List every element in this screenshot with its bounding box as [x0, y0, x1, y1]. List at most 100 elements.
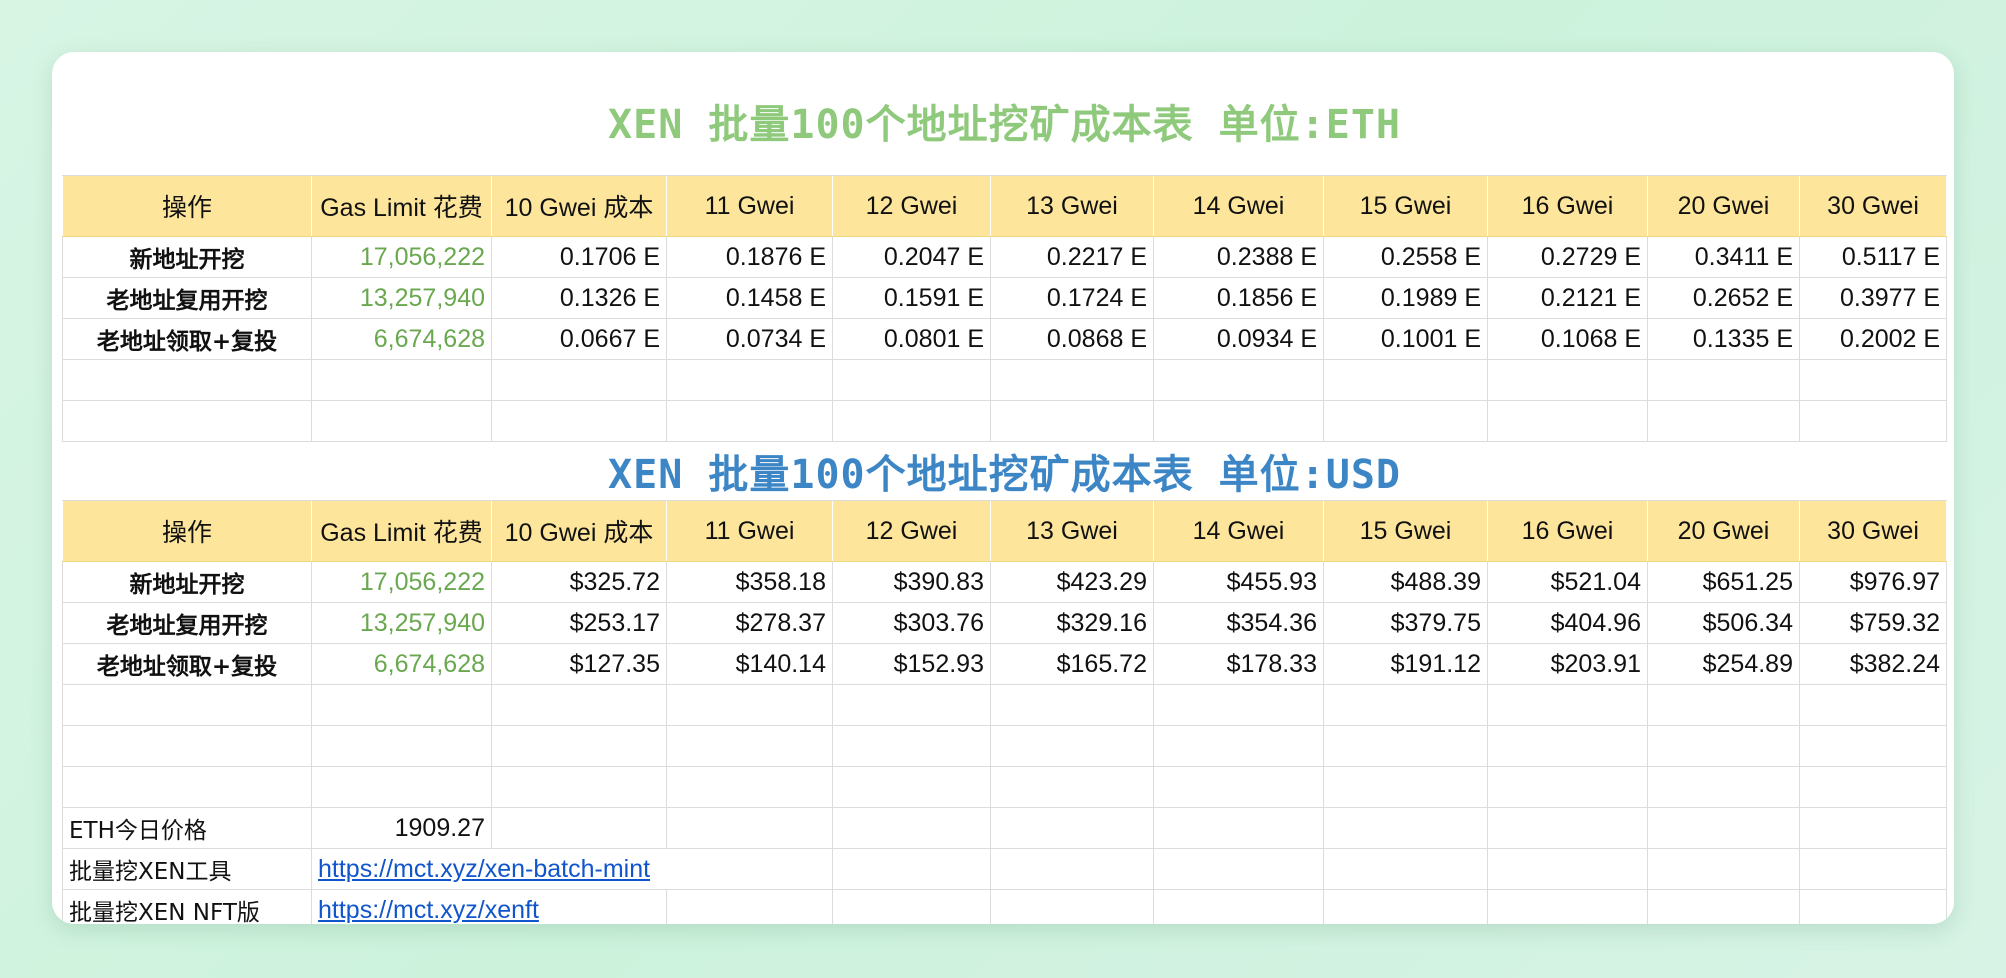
empty-cell[interactable] [1798, 359, 1948, 401]
cost-cell[interactable]: $488.39 [1323, 561, 1488, 603]
cost-cell[interactable]: $325.72 [491, 561, 667, 603]
cost-cell[interactable]: $521.04 [1487, 561, 1648, 603]
empty-cell[interactable] [1323, 725, 1488, 767]
cost-cell[interactable]: 0.1068 E [1487, 318, 1648, 360]
eth-header-cell[interactable]: 30 Gwei [1798, 175, 1948, 237]
cost-cell[interactable]: 0.2121 E [1487, 277, 1648, 319]
gas-limit-cell[interactable]: 6,674,628 [311, 318, 492, 360]
cost-cell[interactable]: $358.18 [666, 561, 833, 603]
cost-cell[interactable]: 0.2652 E [1647, 277, 1800, 319]
empty-cell[interactable] [1487, 889, 1648, 924]
cost-cell[interactable]: 0.1591 E [832, 277, 991, 319]
empty-cell[interactable] [990, 807, 1154, 849]
empty-cell[interactable] [1487, 684, 1648, 726]
empty-cell[interactable] [666, 400, 833, 442]
cost-cell[interactable]: 0.1706 E [491, 236, 667, 278]
empty-cell[interactable] [1487, 400, 1648, 442]
empty-cell[interactable] [311, 400, 492, 442]
empty-cell[interactable] [1647, 400, 1800, 442]
operation-cell[interactable]: 老地址领取+复投 [62, 318, 312, 360]
cost-cell[interactable]: 0.3411 E [1647, 236, 1800, 278]
eth-header-cell[interactable]: 20 Gwei [1647, 175, 1800, 237]
cost-cell[interactable]: $178.33 [1153, 643, 1324, 685]
cost-cell[interactable]: $651.25 [1647, 561, 1800, 603]
empty-cell[interactable] [990, 848, 1154, 890]
cost-cell[interactable]: 0.2002 E [1798, 318, 1948, 360]
empty-cell[interactable] [832, 400, 991, 442]
cost-cell[interactable]: $191.12 [1323, 643, 1488, 685]
empty-cell[interactable] [491, 807, 667, 849]
empty-cell[interactable] [832, 807, 991, 849]
empty-cell[interactable] [832, 725, 991, 767]
empty-cell[interactable] [1323, 889, 1488, 924]
empty-cell[interactable] [666, 766, 833, 808]
tool-label[interactable]: 批量挖XEN工具 [62, 848, 312, 890]
eth-header-cell[interactable]: 14 Gwei [1153, 175, 1324, 237]
cost-cell[interactable]: $203.91 [1487, 643, 1648, 685]
empty-cell[interactable] [1153, 725, 1324, 767]
operation-cell[interactable]: 新地址开挖 [62, 236, 312, 278]
cost-cell[interactable]: 0.2558 E [1323, 236, 1488, 278]
cost-cell[interactable]: 0.0801 E [832, 318, 991, 360]
usd-header-cell[interactable]: 12 Gwei [832, 500, 991, 562]
eth-price-value[interactable]: 1909.27 [311, 807, 492, 849]
operation-cell[interactable]: 老地址复用开挖 [62, 277, 312, 319]
empty-cell[interactable] [1323, 684, 1488, 726]
empty-cell[interactable] [1647, 766, 1800, 808]
empty-cell[interactable] [1798, 725, 1948, 767]
empty-cell[interactable] [1323, 766, 1488, 808]
eth-price-label[interactable]: ETH今日价格 [62, 807, 312, 849]
usd-header-cell[interactable]: 操作 [62, 500, 312, 562]
empty-cell[interactable] [990, 766, 1154, 808]
empty-cell[interactable] [1153, 766, 1324, 808]
empty-cell[interactable] [491, 359, 667, 401]
empty-cell[interactable] [491, 766, 667, 808]
eth-header-cell[interactable]: 10 Gwei 成本 [491, 175, 667, 237]
empty-cell[interactable] [62, 725, 312, 767]
empty-cell[interactable] [666, 807, 833, 849]
cost-cell[interactable]: $354.36 [1153, 602, 1324, 644]
cost-cell[interactable]: $253.17 [491, 602, 667, 644]
cost-cell[interactable]: $165.72 [990, 643, 1154, 685]
empty-cell[interactable] [990, 684, 1154, 726]
empty-cell[interactable] [832, 766, 991, 808]
empty-cell[interactable] [1487, 725, 1648, 767]
eth-header-cell[interactable]: 操作 [62, 175, 312, 237]
cost-cell[interactable]: $423.29 [990, 561, 1154, 603]
empty-cell[interactable] [1647, 684, 1800, 726]
gas-limit-cell[interactable]: 6,674,628 [311, 643, 492, 685]
gas-limit-cell[interactable]: 13,257,940 [311, 602, 492, 644]
empty-cell[interactable] [1798, 400, 1948, 442]
empty-cell[interactable] [62, 359, 312, 401]
cost-cell[interactable]: $379.75 [1323, 602, 1488, 644]
eth-header-cell[interactable]: 15 Gwei [1323, 175, 1488, 237]
empty-cell[interactable] [1487, 359, 1648, 401]
eth-header-cell[interactable]: 16 Gwei [1487, 175, 1648, 237]
cost-cell[interactable]: $278.37 [666, 602, 833, 644]
empty-cell[interactable] [1487, 848, 1648, 890]
gas-limit-cell[interactable]: 17,056,222 [311, 236, 492, 278]
empty-cell[interactable] [311, 684, 492, 726]
cost-cell[interactable]: $506.34 [1647, 602, 1800, 644]
empty-cell[interactable] [1647, 359, 1800, 401]
usd-header-cell[interactable]: 15 Gwei [1323, 500, 1488, 562]
cost-cell[interactable]: 0.1989 E [1323, 277, 1488, 319]
empty-cell[interactable] [990, 400, 1154, 442]
cost-cell[interactable]: 0.5117 E [1798, 236, 1948, 278]
empty-cell[interactable] [832, 359, 991, 401]
cost-cell[interactable]: 0.1326 E [491, 277, 667, 319]
cost-cell[interactable]: $390.83 [832, 561, 991, 603]
cost-cell[interactable]: $254.89 [1647, 643, 1800, 685]
operation-cell[interactable]: 老地址领取+复投 [62, 643, 312, 685]
cost-cell[interactable]: $303.76 [832, 602, 991, 644]
usd-header-cell[interactable]: 20 Gwei [1647, 500, 1800, 562]
cost-cell[interactable]: $329.16 [990, 602, 1154, 644]
usd-header-cell[interactable]: Gas Limit 花费 [311, 500, 492, 562]
empty-cell[interactable] [491, 684, 667, 726]
cost-cell[interactable]: 0.0934 E [1153, 318, 1324, 360]
empty-cell[interactable] [832, 889, 991, 924]
cost-cell[interactable]: 0.2217 E [990, 236, 1154, 278]
cost-cell[interactable]: $404.96 [1487, 602, 1648, 644]
empty-cell[interactable] [1153, 400, 1324, 442]
empty-cell[interactable] [1798, 807, 1948, 849]
